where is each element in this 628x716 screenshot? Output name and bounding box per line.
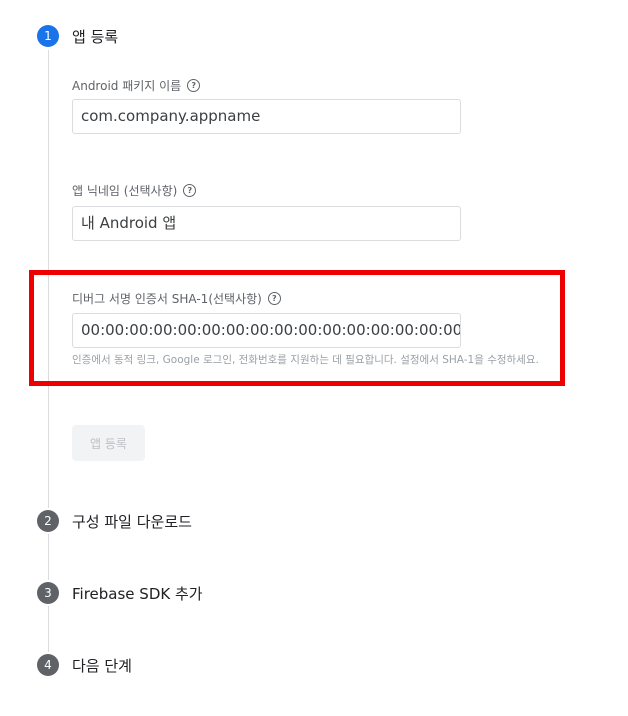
- app-nickname-label: 앱 닉네임 (선택사항) ?: [72, 182, 197, 199]
- step-2-header[interactable]: 2 구성 파일 다운로드: [37, 510, 192, 532]
- app-nickname-label-text: 앱 닉네임 (선택사항): [72, 184, 178, 198]
- step-title: Firebase SDK 추가: [72, 584, 203, 603]
- highlight-box: [29, 270, 565, 386]
- step-3-header[interactable]: 3 Firebase SDK 추가: [37, 582, 203, 604]
- help-icon[interactable]: ?: [183, 184, 197, 197]
- stepper-line: [48, 606, 49, 652]
- step-4-header[interactable]: 4 다음 단계: [37, 654, 132, 676]
- app-nickname-input[interactable]: 내 Android 앱: [72, 206, 461, 241]
- help-icon[interactable]: ?: [187, 79, 201, 92]
- register-app-button[interactable]: 앱 등록: [72, 425, 145, 461]
- package-name-label-text: Android 패키지 이름: [72, 79, 182, 93]
- step-number-badge: 2: [37, 510, 59, 532]
- step-number-badge: 3: [37, 582, 59, 604]
- step-number-badge: 4: [37, 654, 59, 676]
- stepper-line: [48, 534, 49, 580]
- step-title: 다음 단계: [72, 656, 132, 675]
- step-1-header[interactable]: 1 앱 등록: [37, 25, 118, 47]
- package-name-label: Android 패키지 이름 ?: [72, 77, 201, 94]
- step-title: 구성 파일 다운로드: [72, 512, 192, 531]
- step-number-badge: 1: [37, 25, 59, 47]
- package-name-input[interactable]: com.company.appname: [72, 99, 461, 134]
- step-title: 앱 등록: [72, 27, 119, 46]
